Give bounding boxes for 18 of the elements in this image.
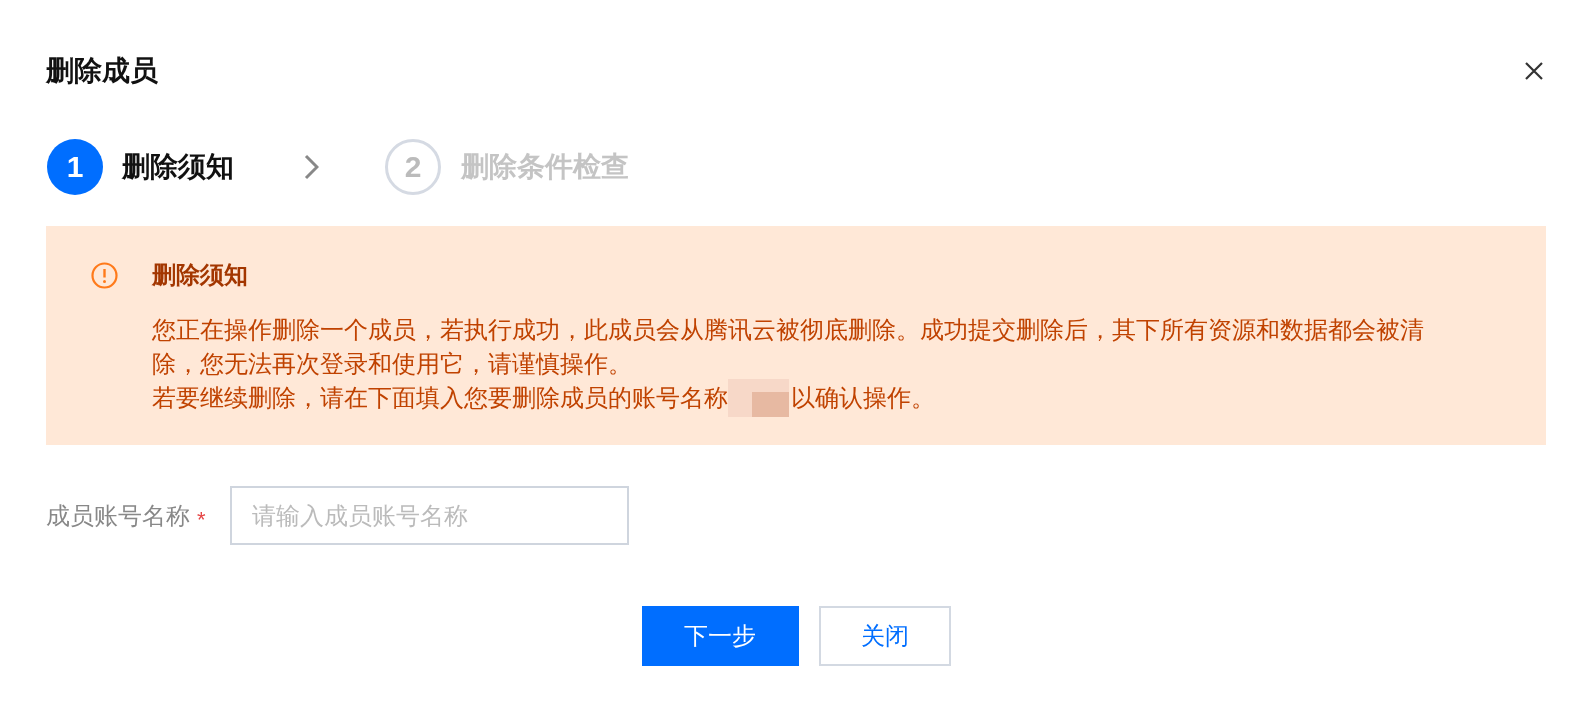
close-button[interactable] xyxy=(1525,62,1543,80)
required-mark: * xyxy=(197,505,206,531)
exclamation-circle-icon xyxy=(91,262,118,289)
step-label: 删除条件检查 xyxy=(461,150,629,184)
next-button[interactable]: 下一步 xyxy=(641,606,799,666)
step-number: 1 xyxy=(47,139,103,195)
account-name-input[interactable]: 请输入成员账号名称 xyxy=(230,486,629,545)
notice-text: 以确认操作。 xyxy=(791,383,935,413)
step-label: 删除须知 xyxy=(122,150,234,184)
notice-text: 若要继续删除，请在下面填入您要删除成员的账号名称 xyxy=(152,383,728,413)
chevron-right-icon xyxy=(304,154,319,180)
step-number: 2 xyxy=(385,139,441,195)
field-label: 成员账号名称 xyxy=(46,500,190,531)
dialog-title: 删除成员 xyxy=(46,54,158,88)
close-dialog-button[interactable]: 关闭 xyxy=(818,606,951,666)
notice-title: 删除须知 xyxy=(152,260,249,290)
notice-text: 您正在操作删除一个成员，若执行成功，此成员会从腾讯云被彻底删除。成功提交删除后，其下所有资源和数据都会被清除，您无法再次登录和使用它，请谨慎操作。 xyxy=(152,315,1425,379)
close-icon xyxy=(1525,62,1543,80)
